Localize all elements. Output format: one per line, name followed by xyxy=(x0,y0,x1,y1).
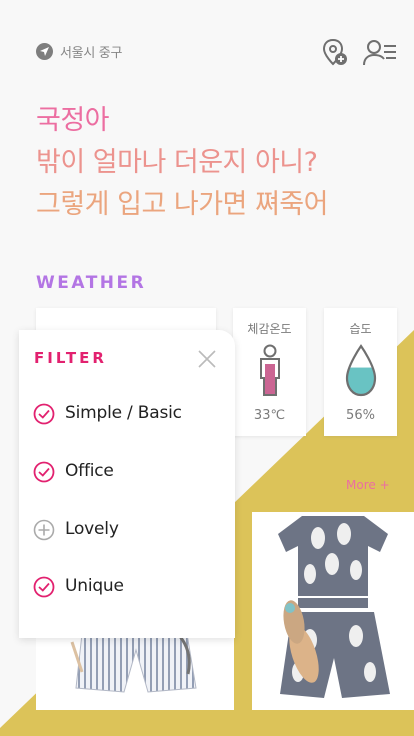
filter-option-simple-basic[interactable]: Simple / Basic xyxy=(33,398,223,430)
water-drop-icon xyxy=(345,344,376,397)
feel-temperature-value: 33℃ xyxy=(253,408,286,423)
more-link[interactable]: More + xyxy=(346,478,390,492)
feel-temperature-card[interactable]: 체감온도 33℃ xyxy=(233,308,306,436)
headline: 국정아 밖이 얼마나 더운지 아니? 그렇게 입고 나가면 쪄죽어 xyxy=(36,100,396,226)
filter-option-label: Office xyxy=(65,461,114,481)
filter-panel: FILTER Simple / Basic Office Lovely Uniq… xyxy=(19,330,235,638)
humidity-card[interactable]: 습도 56% xyxy=(324,308,397,436)
location-label[interactable]: 서울시 중구 xyxy=(60,42,122,61)
headline-line-1: 국정아 xyxy=(36,105,110,136)
weather-title: WEATHER xyxy=(36,273,147,293)
checked-circle-icon xyxy=(33,461,55,483)
filter-option-unique[interactable]: Unique xyxy=(33,571,223,603)
checked-circle-icon xyxy=(33,576,55,598)
user-list-icon[interactable] xyxy=(362,38,398,68)
app-screen: 서울시 중구 국정아 밖이 얼마나 더운지 아니? 그렇게 입고 나가면 쪄죽어… xyxy=(0,0,414,736)
map-pin-add-icon[interactable] xyxy=(321,38,349,68)
feel-temperature-label: 체감온도 xyxy=(247,322,292,336)
plus-circle-icon xyxy=(33,519,55,541)
navy-printed-set-image xyxy=(278,516,390,698)
filter-option-lovely[interactable]: Lovely xyxy=(33,514,223,546)
headline-line-3: 그렇게 입고 나가면 쪄죽어 xyxy=(36,189,329,220)
navigation-arrow-icon[interactable] xyxy=(36,43,53,60)
header: 서울시 중구 xyxy=(0,0,414,100)
filter-option-label: Lovely xyxy=(65,519,119,539)
checked-circle-icon xyxy=(33,403,55,425)
outfit-item-navy-set[interactable] xyxy=(252,512,414,710)
filter-option-label: Simple / Basic xyxy=(65,403,182,423)
humidity-value: 56% xyxy=(346,408,375,423)
humidity-label: 습도 xyxy=(349,322,372,336)
filter-option-label: Unique xyxy=(65,576,124,596)
filter-title: FILTER xyxy=(34,349,107,367)
filter-option-office[interactable]: Office xyxy=(33,456,223,488)
person-temperature-icon xyxy=(259,344,280,396)
close-icon[interactable] xyxy=(197,349,217,369)
headline-line-2: 밖이 얼마나 더운지 아니? xyxy=(36,147,318,178)
